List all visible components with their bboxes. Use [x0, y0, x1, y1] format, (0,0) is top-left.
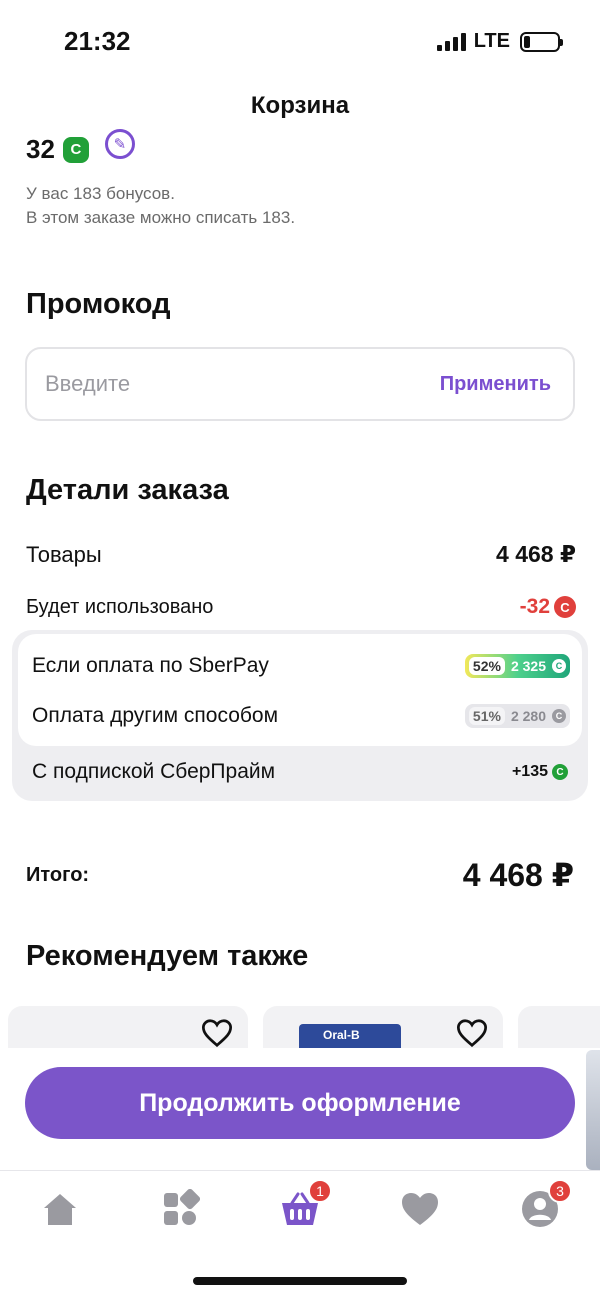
- sberpay-percent: 52%: [468, 657, 505, 675]
- page-title: Корзина: [250, 92, 350, 119]
- bonus-info: У вас 183 бонусов. В этом заказе можно с…: [26, 182, 295, 230]
- total-value: 4 468 ₽: [462, 857, 574, 893]
- payment-options: Если оплата по SberPay 52% 2 325 С Оплат…: [18, 634, 582, 746]
- sber-bonus-icon: С: [552, 659, 566, 673]
- other-payment-label: Оплата другим способом: [32, 704, 279, 727]
- home-icon: [44, 1194, 76, 1225]
- tab-catalog[interactable]: [160, 1188, 201, 1229]
- sber-bonus-icon: С: [552, 709, 566, 723]
- sberpay-bonus-pill: 52% 2 325 С: [464, 654, 570, 678]
- cart-badge: 1: [308, 1179, 332, 1203]
- product-image: [586, 1050, 600, 1170]
- used-bonus-label: Будет использовано: [26, 595, 214, 618]
- catalog-icon: [164, 1188, 201, 1225]
- network-label: LTE: [473, 30, 510, 52]
- other-payment-row: Оплата другим способом 51% 2 280 С: [32, 704, 570, 728]
- other-bonus-pill: 51% 2 280 С: [464, 704, 570, 728]
- battery-icon: [520, 31, 563, 52]
- used-bonus-amount: -32: [519, 595, 550, 618]
- sber-bonus-icon: С: [554, 596, 576, 618]
- sberprime-value: +135 С: [512, 763, 568, 781]
- bonus-amount: 32: [26, 134, 55, 164]
- recommend-title: Рекомендуем также: [26, 940, 309, 972]
- signal-icon: [436, 32, 466, 51]
- sberpay-row: Если оплата по SberPay 52% 2 325 С: [32, 654, 570, 678]
- tab-profile[interactable]: 3: [520, 1179, 572, 1229]
- tab-home[interactable]: [40, 1189, 80, 1229]
- product-brand: Oral-B: [323, 1028, 360, 1042]
- order-details-title: Детали заказа: [26, 474, 229, 506]
- total-label: Итого:: [26, 864, 90, 886]
- goods-row: Товары 4 468 ₽: [26, 541, 576, 568]
- profile-badge: 3: [548, 1179, 572, 1203]
- promo-title: Промокод: [26, 288, 171, 320]
- tab-cart[interactable]: 1: [280, 1179, 332, 1229]
- heart-icon[interactable]: [200, 1018, 234, 1048]
- home-indicator: [193, 1277, 407, 1285]
- sberprime-label: С подпиской СберПрайм: [32, 760, 276, 783]
- status-bar: 21:32 LTE: [0, 0, 600, 80]
- other-percent: 51%: [468, 707, 505, 725]
- other-bonus: 2 280: [510, 708, 546, 724]
- apply-promo-button[interactable]: Применить: [440, 373, 551, 396]
- sber-bonus-icon: С: [552, 764, 568, 780]
- promo-input[interactable]: [45, 371, 345, 397]
- heart-icon: [402, 1193, 438, 1225]
- sberprime-bonus: +135: [511, 763, 548, 780]
- goods-value: 4 468 ₽: [496, 541, 576, 567]
- used-bonus-value: -32 С: [520, 595, 576, 619]
- status-time: 21:32: [64, 26, 131, 56]
- used-bonus-row: Будет использовано -32 С: [26, 595, 576, 619]
- sberpay-bonus: 2 325: [510, 658, 546, 674]
- continue-checkout-button[interactable]: Продолжить оформление: [25, 1067, 575, 1139]
- heart-icon[interactable]: [455, 1018, 489, 1048]
- payment-bonus-panel: Если оплата по SberPay 52% 2 325 С Оплат…: [12, 630, 588, 801]
- sber-bonus-icon: С: [62, 136, 89, 163]
- goods-label: Товары: [26, 541, 102, 567]
- sberpay-label: Если оплата по SberPay: [32, 654, 269, 677]
- sberprime-row[interactable]: С подпиской СберПрайм +135 С: [32, 760, 568, 784]
- edit-icon[interactable]: ✎: [104, 128, 135, 159]
- bonus-row: 32 С ✎: [26, 128, 135, 165]
- status-indicators: LTE: [436, 30, 563, 53]
- tab-favorites[interactable]: [400, 1189, 440, 1229]
- bonus-info-line: В этом заказе можно списать 183.: [26, 208, 296, 227]
- bonus-info-line: У вас 183 бонусов.: [26, 184, 175, 203]
- promo-field: Применить: [25, 347, 575, 421]
